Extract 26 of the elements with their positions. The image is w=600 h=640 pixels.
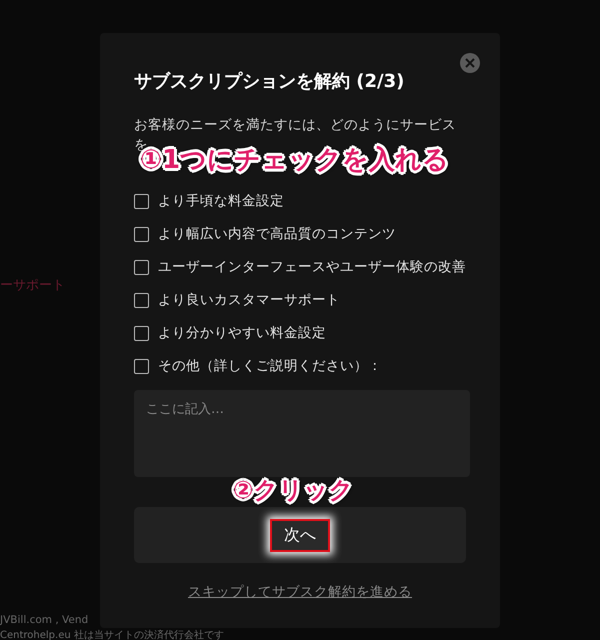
option-checkbox[interactable]: より手頃な料金設定 [134, 191, 466, 211]
option-label: ユーザーインターフェースやユーザー体験の改善 [158, 258, 466, 276]
option-label: より手頃な料金設定 [158, 192, 284, 210]
dialog-title: サブスクリプションを解約 (2/3) [134, 70, 406, 93]
option-label: より分かりやすい料金設定 [158, 324, 326, 342]
option-label: より良いカスタマーサポート [158, 291, 340, 309]
option-checkbox[interactable]: その他（詳しくご説明ください）： [134, 356, 466, 376]
option-label: より幅広い内容で高品質のコンテンツ [158, 225, 396, 243]
checkbox[interactable] [134, 194, 149, 208]
checkbox[interactable] [134, 226, 149, 242]
comment-field[interactable]: ここに記入… [134, 390, 470, 477]
skip-link[interactable]: スキップしてサブスク解約を進める [188, 583, 412, 601]
option-checkbox[interactable]: より分かりやすい料金設定 [134, 323, 466, 343]
checkbox[interactable] [134, 326, 149, 340]
close-icon[interactable] [460, 53, 480, 73]
annotation-label: ②クリック [233, 475, 354, 506]
checkbox[interactable] [134, 260, 149, 274]
next-button[interactable]: 次へ [270, 518, 330, 552]
option-label: その他（詳しくご説明ください）： [158, 357, 382, 375]
checkbox[interactable] [134, 292, 149, 308]
option-checkbox[interactable]: より幅広い内容で高品質のコンテンツ [134, 224, 466, 244]
option-checkbox[interactable]: より良いカスタマーサポート [134, 290, 466, 310]
checkbox[interactable] [134, 358, 149, 374]
page-text: ーサポート [0, 277, 65, 294]
page-text: Centrohelp.eu 社は当サイトの決済代行会社です [0, 628, 224, 640]
option-checkbox[interactable]: ユーザーインターフェースやユーザー体験の改善 [134, 257, 466, 277]
